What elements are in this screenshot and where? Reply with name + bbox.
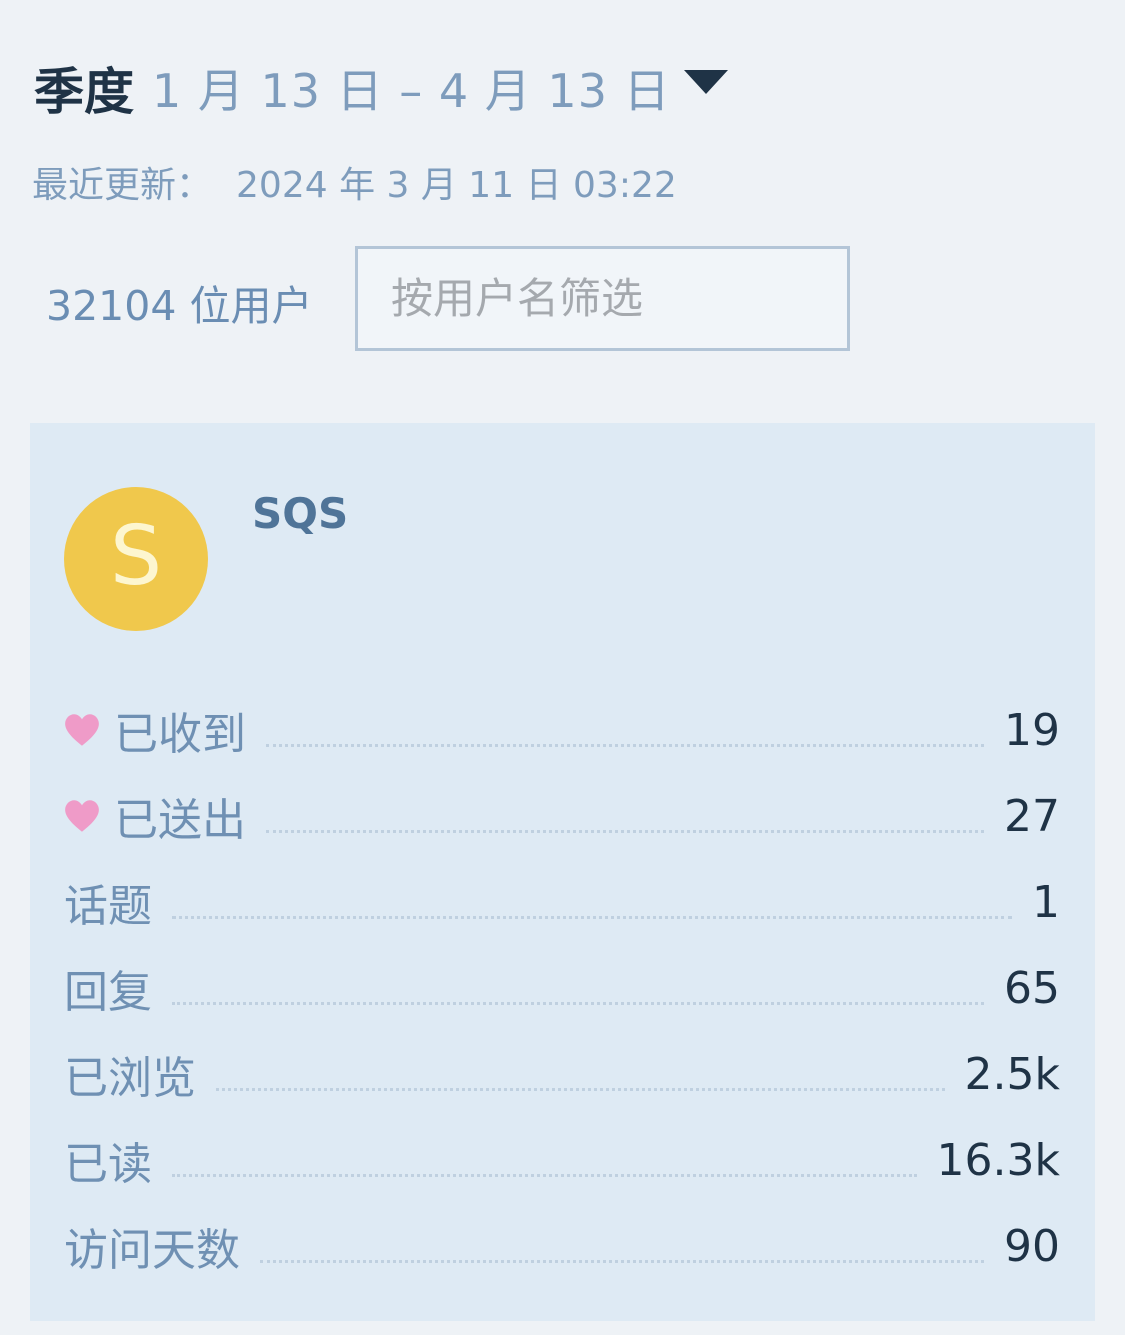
last-updated-value: 2024 年 3 月 11 日 03:22 <box>236 165 677 206</box>
stat-label: 已送出 <box>114 795 246 846</box>
user-count: 32104 位用户 <box>46 282 313 330</box>
period-label: 季度 <box>34 63 134 121</box>
stat-label: 已收到 <box>114 709 246 760</box>
page: 季度 1 月 13 日 – 4 月 13 日 最近更新： 2024 年 3 月 1… <box>0 0 1125 1335</box>
last-updated: 最近更新： 2024 年 3 月 11 日 03:22 <box>32 156 677 208</box>
dotted-leader <box>266 830 984 833</box>
stat-likes-given: 已送出 27 <box>64 767 1060 853</box>
dotted-leader <box>172 1002 984 1005</box>
period-selector[interactable]: 季度 1 月 13 日 – 4 月 13 日 <box>34 52 671 124</box>
stat-likes-received: 已收到 19 <box>64 681 1060 767</box>
heart-icon <box>65 714 99 746</box>
avatar-letter: S <box>109 509 163 604</box>
stat-value: 16.3k <box>936 1134 1060 1186</box>
stat-label: 已读 <box>64 1139 152 1190</box>
heart-icon <box>65 800 99 832</box>
dotted-leader <box>260 1260 984 1263</box>
stat-posts-read: 已读 16.3k <box>64 1111 1060 1197</box>
stat-replies: 回复 65 <box>64 939 1060 1025</box>
stat-value: 90 <box>1004 1220 1060 1272</box>
caret-down-icon[interactable] <box>684 70 728 94</box>
stat-label: 访问天数 <box>64 1225 240 1276</box>
dotted-leader <box>172 1174 917 1177</box>
stat-value: 19 <box>1004 704 1060 756</box>
stats-list: 已收到 19 已送出 27 话题 1 回复 65 已浏览 2.5k 已读 16.… <box>64 681 1060 1283</box>
user-card: S SQS 已收到 19 已送出 27 话题 1 回复 65 已浏览 2.5k … <box>30 423 1095 1321</box>
dotted-leader <box>216 1088 945 1091</box>
stat-days-visited: 访问天数 90 <box>64 1197 1060 1283</box>
stat-value: 65 <box>1004 962 1060 1014</box>
stat-value: 2.5k <box>964 1048 1060 1100</box>
last-updated-label: 最近更新： <box>32 165 213 206</box>
stat-label: 回复 <box>64 967 152 1018</box>
stat-topics: 话题 1 <box>64 853 1060 939</box>
stat-label: 话题 <box>64 881 152 932</box>
username-link[interactable]: SQS <box>252 489 348 538</box>
avatar[interactable]: S <box>64 487 208 631</box>
dotted-leader <box>172 916 1012 919</box>
period-range: 1 月 13 日 – 4 月 13 日 <box>152 64 671 118</box>
stat-label: 已浏览 <box>64 1053 196 1104</box>
dotted-leader <box>266 744 984 747</box>
stat-value: 27 <box>1004 790 1060 842</box>
username-filter-input[interactable] <box>355 246 850 351</box>
stat-topics-viewed: 已浏览 2.5k <box>64 1025 1060 1111</box>
stat-value: 1 <box>1032 876 1060 928</box>
